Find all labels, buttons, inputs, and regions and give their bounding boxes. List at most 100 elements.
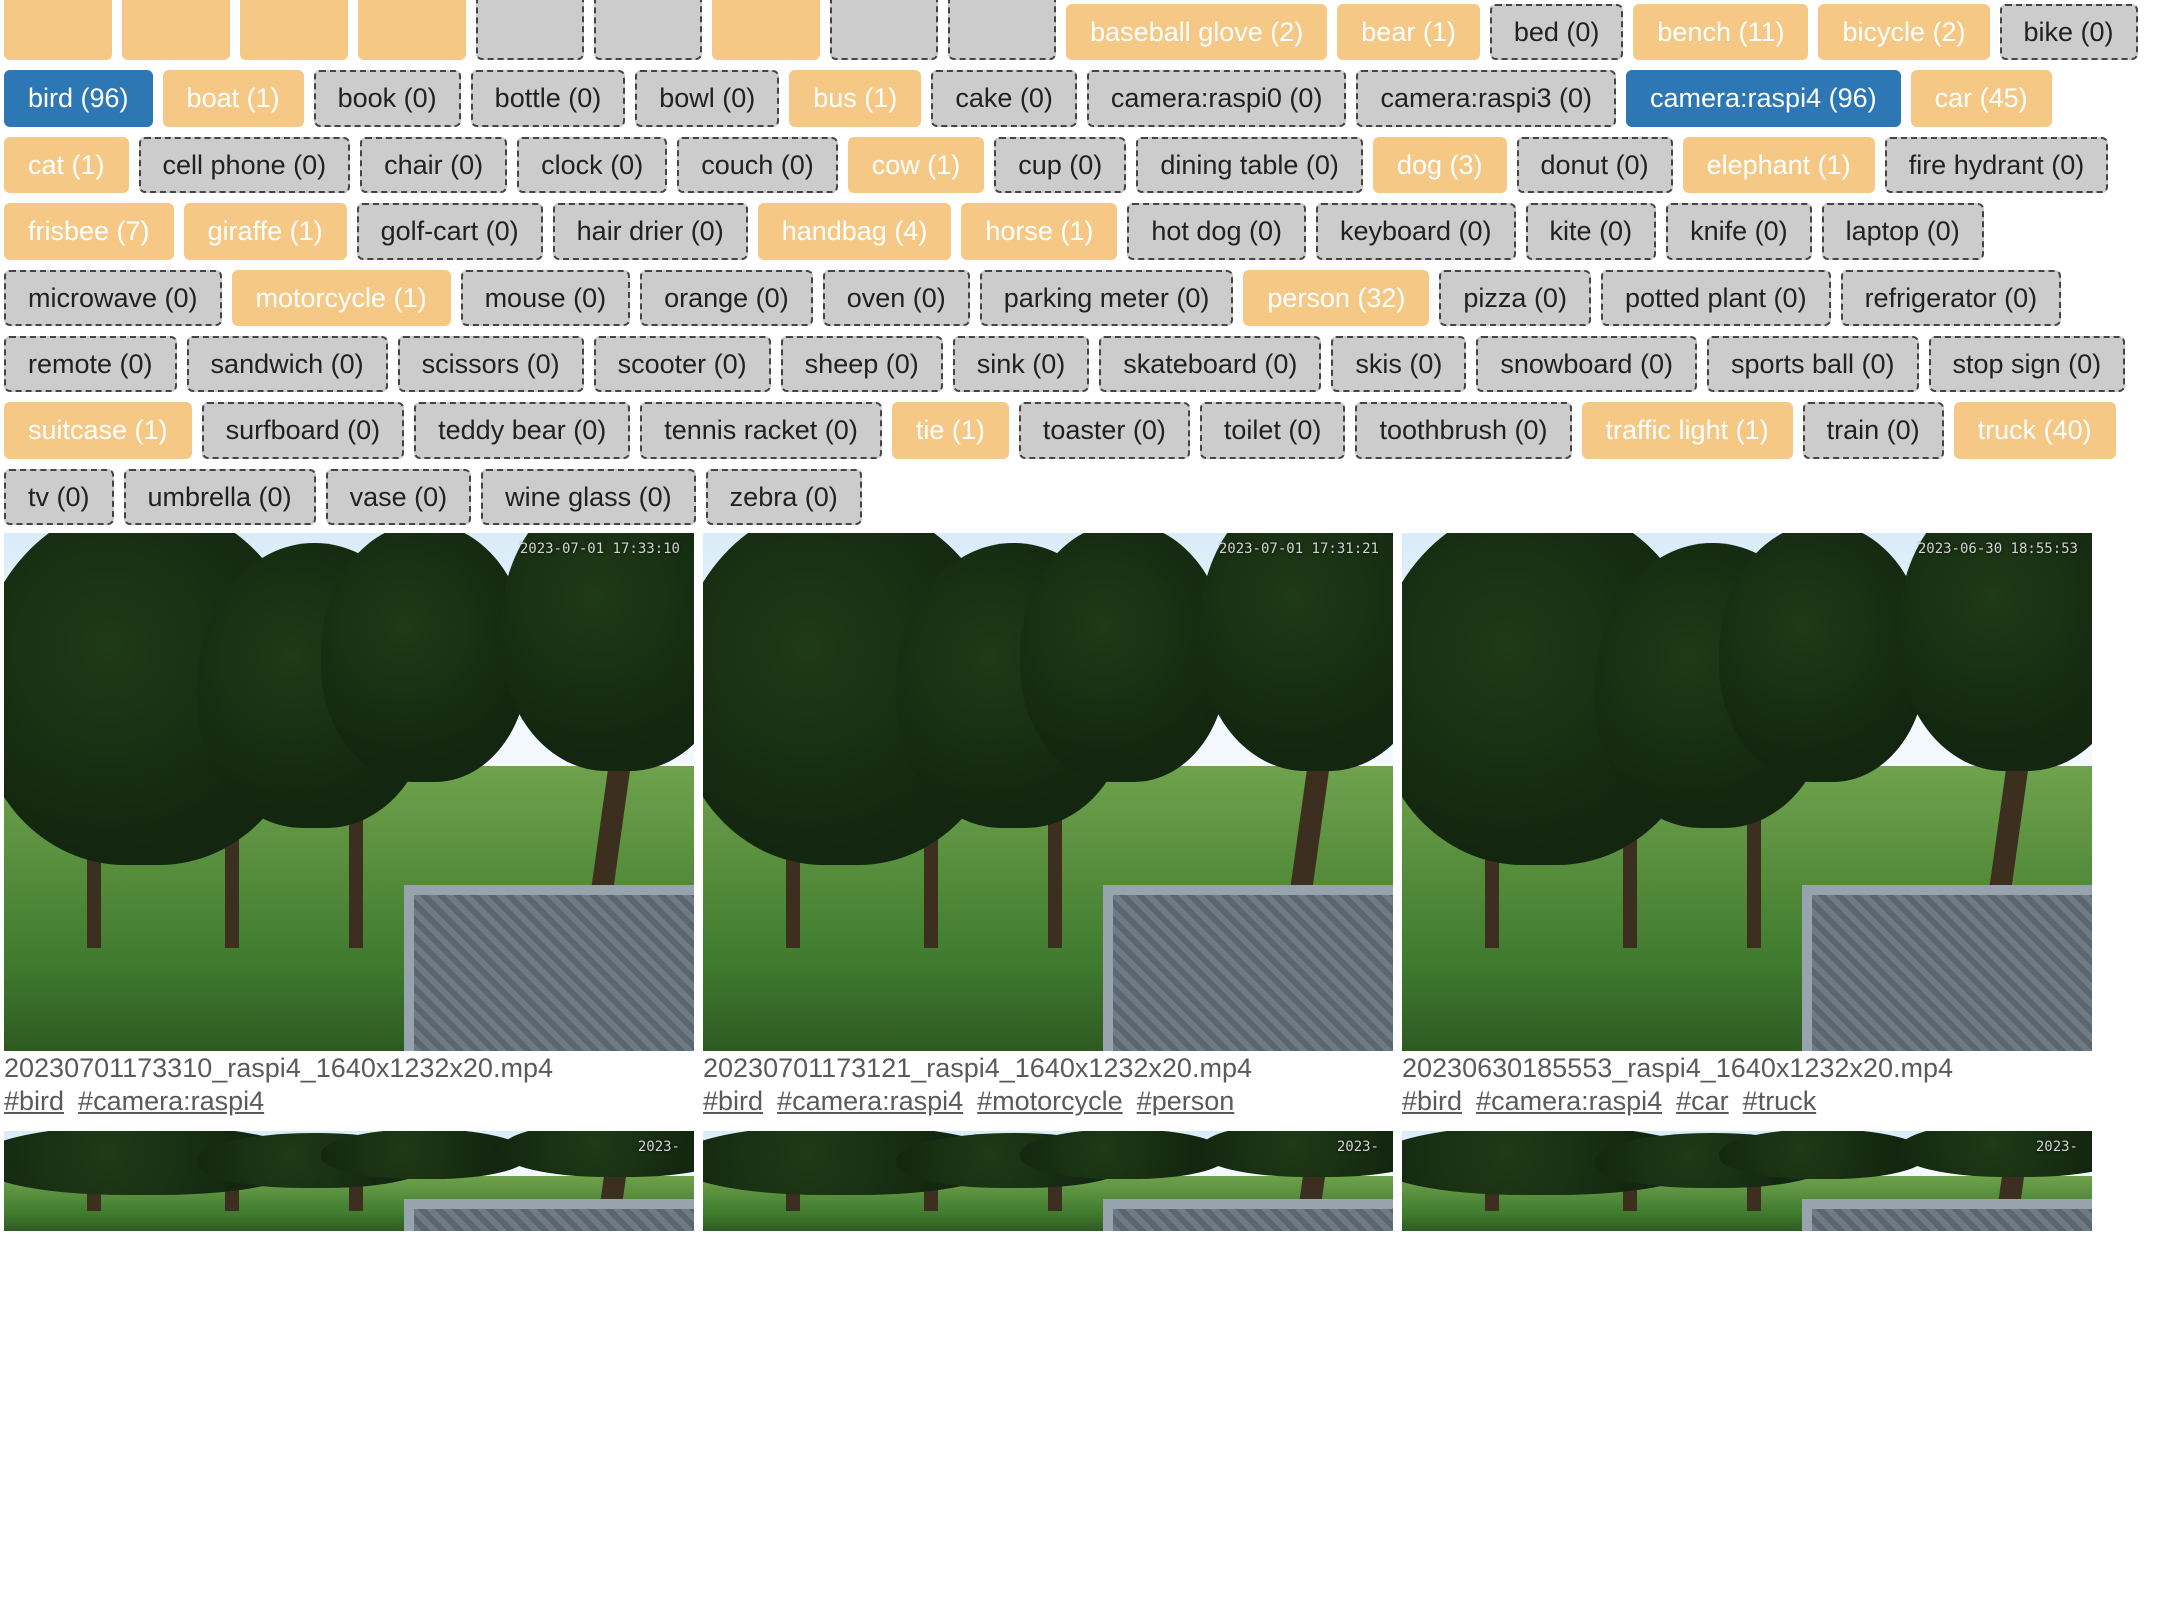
tag-partial-4[interactable] xyxy=(476,0,584,60)
tag-sheep[interactable]: sheep (0) xyxy=(781,336,943,392)
tag-boat[interactable]: boat (1) xyxy=(163,70,304,126)
tag-golf-cart[interactable]: golf-cart (0) xyxy=(357,203,543,259)
tag-zebra[interactable]: zebra (0) xyxy=(706,469,862,525)
video-thumbnail[interactable]: 2023- xyxy=(703,1131,1393,1231)
tag-car[interactable]: car (45) xyxy=(1911,70,2052,126)
tag-partial-8[interactable] xyxy=(948,0,1056,60)
tag-partial-2[interactable] xyxy=(240,0,348,60)
tag-dog[interactable]: dog (3) xyxy=(1373,137,1507,193)
tag-fire-hydrant[interactable]: fire hydrant (0) xyxy=(1885,137,2109,193)
tag-donut[interactable]: donut (0) xyxy=(1517,137,1673,193)
tag-sink[interactable]: sink (0) xyxy=(953,336,1090,392)
hashtag-link[interactable]: #person xyxy=(1137,1086,1235,1116)
tag-tennis-racket[interactable]: tennis racket (0) xyxy=(640,402,882,458)
tag-bus[interactable]: bus (1) xyxy=(789,70,921,126)
tag-camera-raspi3[interactable]: camera:raspi3 (0) xyxy=(1356,70,1616,126)
tag-camera-raspi4[interactable]: camera:raspi4 (96) xyxy=(1626,70,1901,126)
tag-book[interactable]: book (0) xyxy=(314,70,461,126)
tag-bench[interactable]: bench (11) xyxy=(1633,4,1808,60)
tag-toilet[interactable]: toilet (0) xyxy=(1200,402,1346,458)
tag-remote[interactable]: remote (0) xyxy=(4,336,177,392)
tag-mouse[interactable]: mouse (0) xyxy=(461,270,631,326)
hashtag-link[interactable]: #bird xyxy=(703,1086,763,1116)
tag-wine-glass[interactable]: wine glass (0) xyxy=(481,469,696,525)
tag-handbag[interactable]: handbag (4) xyxy=(758,203,952,259)
tag-partial-1[interactable] xyxy=(122,0,230,60)
tag-bird[interactable]: bird (96) xyxy=(4,70,153,126)
tag-dining-table[interactable]: dining table (0) xyxy=(1136,137,1363,193)
tag-stop-sign[interactable]: stop sign (0) xyxy=(1929,336,2126,392)
tag-laptop[interactable]: laptop (0) xyxy=(1822,203,1984,259)
tag-bike[interactable]: bike (0) xyxy=(2000,4,2138,60)
tag-teddy-bear[interactable]: teddy bear (0) xyxy=(414,402,630,458)
video-thumbnail[interactable]: 2023-06-30 18:55:53 xyxy=(1402,533,2092,1051)
tag-bowl[interactable]: bowl (0) xyxy=(635,70,779,126)
tag-knife[interactable]: knife (0) xyxy=(1666,203,1812,259)
tag-partial-3[interactable] xyxy=(358,0,466,60)
tag-skateboard[interactable]: skateboard (0) xyxy=(1099,336,1321,392)
hashtag-link[interactable]: #bird xyxy=(1402,1086,1462,1116)
tag-orange[interactable]: orange (0) xyxy=(640,270,813,326)
tag-giraffe[interactable]: giraffe (1) xyxy=(184,203,347,259)
tag-bicycle[interactable]: bicycle (2) xyxy=(1818,4,1989,60)
tag-microwave[interactable]: microwave (0) xyxy=(4,270,222,326)
tag-frisbee[interactable]: frisbee (7) xyxy=(4,203,174,259)
tag-potted-plant[interactable]: potted plant (0) xyxy=(1601,270,1831,326)
tag-toaster[interactable]: toaster (0) xyxy=(1019,402,1190,458)
tag-oven[interactable]: oven (0) xyxy=(823,270,970,326)
tag-traffic-light[interactable]: traffic light (1) xyxy=(1582,402,1793,458)
tag-hot-dog[interactable]: hot dog (0) xyxy=(1127,203,1306,259)
video-thumbnail[interactable]: 2023-07-01 17:31:21 xyxy=(703,533,1393,1051)
tag-sports-ball[interactable]: sports ball (0) xyxy=(1707,336,1919,392)
tag-partial-5[interactable] xyxy=(594,0,702,60)
tag-couch[interactable]: couch (0) xyxy=(677,137,838,193)
video-thumbnail[interactable]: 2023- xyxy=(1402,1131,2092,1231)
tag-partial-6[interactable] xyxy=(712,0,820,60)
tag-suitcase[interactable]: suitcase (1) xyxy=(4,402,192,458)
tag-truck[interactable]: truck (40) xyxy=(1954,402,2116,458)
tag-kite[interactable]: kite (0) xyxy=(1526,203,1657,259)
video-thumbnail[interactable]: 2023-07-01 17:33:10 xyxy=(4,533,694,1051)
tag-bottle[interactable]: bottle (0) xyxy=(471,70,626,126)
hashtag-link[interactable]: #camera:raspi4 xyxy=(777,1086,963,1116)
tag-parking-meter[interactable]: parking meter (0) xyxy=(980,270,1234,326)
tag-scissors[interactable]: scissors (0) xyxy=(398,336,584,392)
tag-camera-raspi0[interactable]: camera:raspi0 (0) xyxy=(1087,70,1347,126)
tag-chair[interactable]: chair (0) xyxy=(360,137,507,193)
tag-bed[interactable]: bed (0) xyxy=(1490,4,1624,60)
tag-sandwich[interactable]: sandwich (0) xyxy=(187,336,388,392)
tag-surfboard[interactable]: surfboard (0) xyxy=(202,402,405,458)
tag-scooter[interactable]: scooter (0) xyxy=(594,336,771,392)
tag-elephant[interactable]: elephant (1) xyxy=(1683,137,1875,193)
tag-cell-phone[interactable]: cell phone (0) xyxy=(139,137,351,193)
tag-partial-0[interactable] xyxy=(4,0,112,60)
hashtag-link[interactable]: #camera:raspi4 xyxy=(78,1086,264,1116)
tag-cow[interactable]: cow (1) xyxy=(848,137,985,193)
hashtag-link[interactable]: #truck xyxy=(1743,1086,1817,1116)
tag-snowboard[interactable]: snowboard (0) xyxy=(1476,336,1697,392)
tag-bear[interactable]: bear (1) xyxy=(1337,4,1480,60)
tag-cup[interactable]: cup (0) xyxy=(994,137,1126,193)
video-thumbnail[interactable]: 2023- xyxy=(4,1131,694,1231)
tag-vase[interactable]: vase (0) xyxy=(326,469,472,525)
tag-pizza[interactable]: pizza (0) xyxy=(1439,270,1591,326)
tag-horse[interactable]: horse (1) xyxy=(961,203,1117,259)
tag-refrigerator[interactable]: refrigerator (0) xyxy=(1841,270,2062,326)
tag-clock[interactable]: clock (0) xyxy=(517,137,667,193)
tag-cat[interactable]: cat (1) xyxy=(4,137,129,193)
tag-tie[interactable]: tie (1) xyxy=(892,402,1009,458)
hashtag-link[interactable]: #car xyxy=(1676,1086,1729,1116)
tag-skis[interactable]: skis (0) xyxy=(1331,336,1466,392)
tag-train[interactable]: train (0) xyxy=(1803,402,1944,458)
tag-cake[interactable]: cake (0) xyxy=(931,70,1077,126)
tag-toothbrush[interactable]: toothbrush (0) xyxy=(1355,402,1571,458)
tag-motorcycle[interactable]: motorcycle (1) xyxy=(232,270,451,326)
tag-tv[interactable]: tv (0) xyxy=(4,469,114,525)
hashtag-link[interactable]: #bird xyxy=(4,1086,64,1116)
hashtag-link[interactable]: #motorcycle xyxy=(977,1086,1123,1116)
tag-partial-7[interactable] xyxy=(830,0,938,60)
tag-baseball-glove[interactable]: baseball glove (2) xyxy=(1066,4,1327,60)
tag-keyboard[interactable]: keyboard (0) xyxy=(1316,203,1516,259)
tag-umbrella[interactable]: umbrella (0) xyxy=(124,469,316,525)
tag-hair-drier[interactable]: hair drier (0) xyxy=(553,203,748,259)
